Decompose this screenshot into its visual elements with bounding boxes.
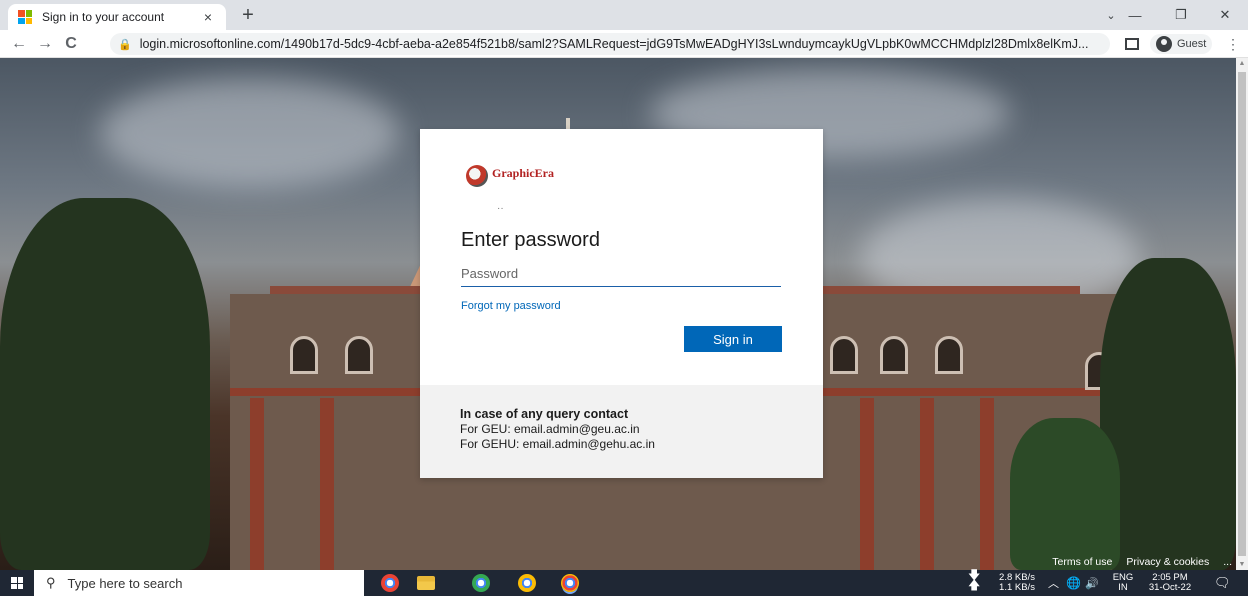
- browser-toolbar: ← → C 🔒 login.microsoftonline.com/1490b1…: [0, 30, 1248, 58]
- network-speed: 2.8 KB/s 1.1 KB/s: [988, 570, 1046, 596]
- start-button[interactable]: [0, 570, 34, 596]
- signin-card: GraphicEra ·· Enter password Forgot my p…: [420, 129, 823, 478]
- side-panel-icon[interactable]: [1124, 36, 1140, 52]
- more-options-button[interactable]: ...: [1223, 556, 1232, 568]
- address-bar[interactable]: 🔒 login.microsoftonline.com/1490b17d-5dc…: [110, 33, 1110, 55]
- terms-of-use-link[interactable]: Terms of use: [1052, 556, 1112, 568]
- university-seal-icon: [466, 165, 488, 187]
- minimize-button[interactable]: —: [1112, 0, 1158, 30]
- tab-title: Sign in to your account: [42, 10, 165, 24]
- profile-button[interactable]: Guest: [1150, 34, 1213, 54]
- tab-close-icon[interactable]: ×: [200, 9, 216, 25]
- windows-logo-icon: [11, 577, 23, 589]
- contact-title: In case of any query contact: [460, 407, 629, 421]
- profile-label: Guest: [1177, 38, 1207, 50]
- region-code: IN: [1118, 582, 1128, 593]
- address-url: login.microsoftonline.com/1490b17d-5dc9-…: [139, 37, 1089, 51]
- tab-sign-in[interactable]: Sign in to your account ×: [8, 4, 226, 30]
- clock[interactable]: 2:05 PM 31-Oct-22: [1140, 570, 1200, 596]
- scroll-down-icon[interactable]: ▼: [1238, 561, 1246, 568]
- password-input[interactable]: [461, 261, 781, 287]
- maximize-button[interactable]: ❐: [1158, 0, 1204, 30]
- graphic-era-logo: GraphicEra: [466, 165, 554, 187]
- account-identifier: ··: [497, 203, 504, 214]
- close-window-button[interactable]: ✕: [1202, 0, 1248, 30]
- scroll-thumb[interactable]: [1238, 72, 1246, 556]
- network-globe-icon[interactable]: 🌐: [1066, 570, 1081, 596]
- taskbar-search-box[interactable]: ⚲ Type here to search: [34, 570, 364, 596]
- browser-menu-icon[interactable]: ⋮: [1226, 36, 1240, 53]
- new-tab-button[interactable]: +: [236, 4, 260, 28]
- file-explorer-icon[interactable]: [417, 576, 435, 590]
- logo-text: GraphicEra: [492, 165, 554, 180]
- sign-in-button[interactable]: Sign in: [684, 326, 782, 352]
- scroll-up-icon[interactable]: ▲: [1238, 60, 1246, 67]
- reload-button[interactable]: C: [58, 31, 84, 57]
- chrome-app-icon[interactable]: [381, 574, 399, 592]
- search-placeholder: Type here to search: [67, 575, 183, 591]
- clock-date: 31-Oct-22: [1148, 582, 1192, 593]
- page-title: Enter password: [461, 229, 600, 251]
- microsoft-logo-icon: [18, 10, 32, 24]
- chrome-profile-3-icon[interactable]: [518, 574, 536, 592]
- notification-icon[interactable]: 🗨: [1214, 570, 1231, 596]
- forward-button[interactable]: →: [32, 31, 58, 57]
- windows-taskbar: ⚲ Type here to search 🡇 🡅 2.8 KB/s 1.1 KB…: [0, 568, 1248, 596]
- page-scrollbar[interactable]: ▲ ▼: [1236, 58, 1248, 570]
- net-down-speed: 1.1 KB/s: [999, 582, 1035, 593]
- privacy-cookies-link[interactable]: Privacy & cookies: [1126, 556, 1209, 568]
- page-footer: Terms of use Privacy & cookies ...: [1052, 556, 1232, 568]
- tree-right: [1100, 258, 1236, 570]
- contact-info-panel: In case of any query contact For GEU: em…: [420, 385, 823, 478]
- browser-tabstrip: Sign in to your account × + ⌄ — ❐ ✕: [0, 0, 1248, 30]
- show-hidden-icons-chevron-icon[interactable]: ︿: [1048, 570, 1059, 596]
- chrome-profile-2-icon[interactable]: [472, 574, 490, 592]
- search-icon: ⚲: [46, 575, 56, 590]
- network-activity-icon: 🡇 🡅: [968, 568, 981, 592]
- guest-avatar-icon: [1156, 36, 1172, 52]
- tree-left: [0, 198, 210, 570]
- back-button[interactable]: ←: [6, 31, 32, 57]
- language-indicator[interactable]: ENG IN: [1110, 570, 1136, 596]
- lock-icon: 🔒: [118, 38, 132, 51]
- contact-gehu: For GEHU: email.admin@gehu.ac.in: [460, 437, 655, 451]
- contact-geu: For GEU: email.admin@geu.ac.in: [460, 422, 640, 436]
- forgot-password-link[interactable]: Forgot my password: [461, 300, 561, 312]
- volume-icon[interactable]: 🔊: [1085, 570, 1099, 596]
- chrome-active-icon[interactable]: [561, 574, 579, 592]
